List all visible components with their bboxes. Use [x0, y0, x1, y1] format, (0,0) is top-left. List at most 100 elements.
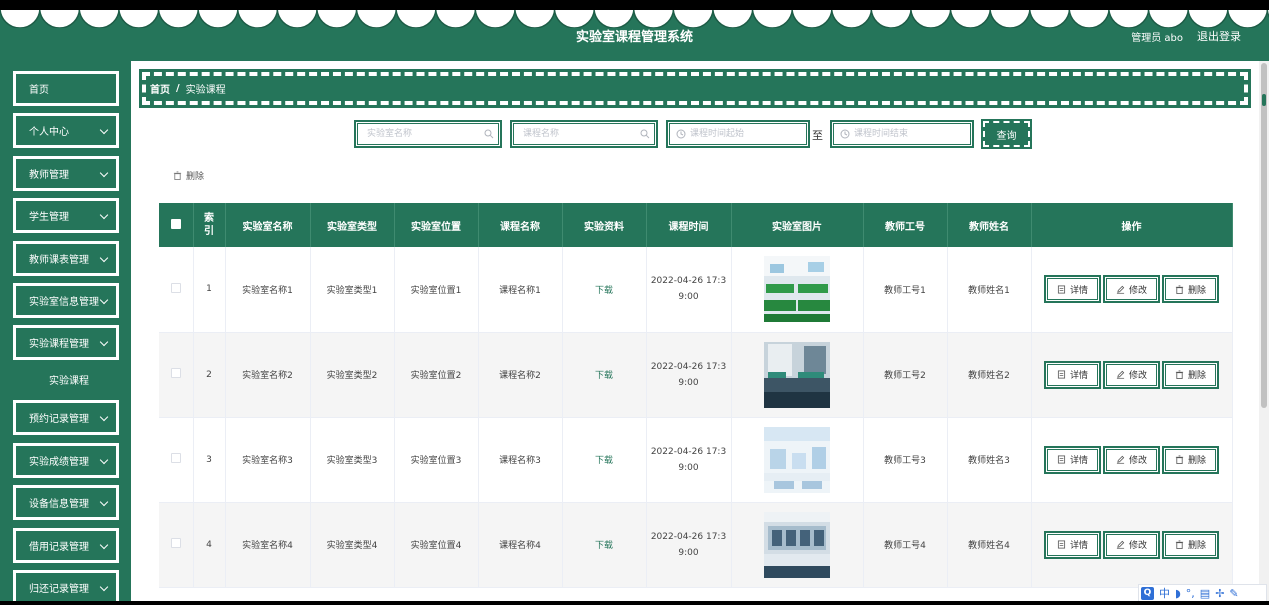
chevron-down-icon — [99, 168, 109, 178]
edit-button[interactable]: 修改 — [1103, 445, 1160, 474]
batch-delete-button[interactable]: 删除 — [173, 169, 204, 182]
col-header-lab-name: 实验室名称 — [225, 203, 311, 247]
table-row[interactable]: 3 实验室名称3 实验室类型3 实验室位置3 课程名称3 下载 2022-04-26 17:… — [159, 417, 1233, 503]
detail-button[interactable]: 详情 — [1044, 530, 1101, 559]
sidebar-item-equipment[interactable]: 设备信息管理 — [13, 485, 119, 520]
settings-icon[interactable]: ✢ — [1215, 587, 1224, 600]
sidebar-item-reservations[interactable]: 预约记录管理 — [13, 400, 119, 435]
sidebar-item-teachers[interactable]: 教师管理 — [13, 156, 119, 191]
select-all-cell[interactable] — [159, 203, 194, 247]
row-checkbox[interactable] — [170, 538, 181, 548]
time-start-field[interactable] — [666, 120, 810, 148]
cell-index: 4 — [193, 502, 226, 588]
edit-label: 修改 — [1128, 285, 1147, 296]
row-select-cell[interactable] — [159, 502, 194, 588]
table-row[interactable]: 2 实验室名称2 实验室类型2 实验室位置2 课程名称2 下载 2022-04-26 17:… — [159, 332, 1233, 418]
vertical-scrollbar[interactable] — [1259, 61, 1269, 605]
course-time-line2: 9:00 — [678, 377, 699, 388]
trash-icon — [173, 171, 182, 180]
time-end-field[interactable] — [830, 120, 974, 148]
detail-label: 详情 — [1069, 541, 1088, 551]
lab-image[interactable] — [764, 426, 830, 493]
sidebar-item-label: 归还记录管理 — [29, 584, 89, 595]
select-all-checkbox[interactable] — [170, 218, 181, 229]
row-checkbox[interactable] — [170, 453, 181, 463]
col-header-actions: 操作 — [1031, 203, 1233, 247]
moon-icon[interactable]: ◗ — [1175, 587, 1181, 600]
cell-lab-location: 实验室位置4 — [394, 502, 479, 588]
punctuation-icon[interactable]: °, — [1186, 587, 1195, 600]
cell-actions: 详情 修改 删除 — [1031, 332, 1233, 418]
lab-name-input[interactable] — [358, 124, 498, 144]
sidebar-item-label: 实验成绩管理 — [29, 457, 89, 468]
course-name-search-field[interactable] — [510, 120, 658, 148]
sidebar-item-students[interactable]: 学生管理 — [13, 198, 119, 233]
sidebar-item-lab-info[interactable]: 实验室信息管理 — [13, 283, 119, 318]
sidebar-item-profile[interactable]: 个人中心 — [13, 113, 119, 148]
cell-lab-image — [731, 247, 864, 333]
cell-index: 2 — [193, 332, 226, 418]
download-link[interactable]: 下载 — [595, 286, 613, 296]
cell-lab-type: 实验室类型4 — [310, 502, 395, 588]
detail-label: 详情 — [1069, 285, 1088, 296]
table-row[interactable]: 4 实验室名称4 实验室类型4 实验室位置4 课程名称4 下载 2022-04-26 17:… — [159, 502, 1233, 588]
sidebar-item-teacher-schedule[interactable]: 教师课表管理 — [13, 241, 119, 276]
course-table: 索引 实验室名称 实验室类型 实验室位置 课程名称 实验资料 课程时间 实验室图… — [159, 203, 1233, 588]
cell-lab-location: 实验室位置2 — [394, 332, 479, 418]
sidebar-item-lab-courses[interactable]: 实验课程管理 — [13, 325, 119, 360]
delete-button[interactable]: 删除 — [1162, 445, 1219, 474]
sidebar-subitem-label: 实验课程 — [49, 376, 89, 387]
table-row[interactable]: 1 实验室名称1 实验室类型1 实验室位置1 课程名称1 下载 2022-04-26 17:… — [159, 247, 1233, 333]
delete-button[interactable]: 删除 — [1162, 275, 1219, 304]
edit-button[interactable]: 修改 — [1103, 360, 1160, 389]
breadcrumb-home[interactable]: 首页 — [150, 81, 170, 96]
delete-button[interactable]: 删除 — [1162, 360, 1219, 389]
download-link[interactable]: 下载 — [595, 541, 613, 551]
lab-image[interactable] — [764, 511, 830, 578]
cell-teacher-id: 教师工号2 — [863, 332, 948, 418]
sidebar-item-borrow[interactable]: 借用记录管理 — [13, 528, 119, 563]
cell-course-name: 课程名称4 — [478, 502, 563, 588]
row-checkbox[interactable] — [170, 282, 181, 293]
lab-image[interactable] — [764, 341, 830, 408]
row-select-cell[interactable] — [159, 247, 194, 333]
download-link[interactable]: 下载 — [595, 371, 613, 381]
document-icon — [1057, 540, 1066, 549]
cell-lab-image — [731, 502, 864, 588]
detail-button[interactable]: 详情 — [1044, 445, 1101, 474]
row-select-cell[interactable] — [159, 417, 194, 503]
ime-language[interactable]: 中 — [1159, 585, 1170, 601]
delete-button[interactable]: 删除 — [1162, 530, 1219, 559]
time-start-input[interactable] — [690, 124, 806, 144]
breadcrumb: 首页 / 实验课程 — [139, 69, 1251, 108]
detail-button[interactable]: 详情 — [1044, 360, 1101, 389]
download-link[interactable]: 下载 — [595, 456, 613, 466]
logout-button[interactable]: 退出登录 — [1197, 28, 1241, 44]
edit-button[interactable]: 修改 — [1103, 275, 1160, 304]
cell-lab-location: 实验室位置3 — [394, 417, 479, 503]
query-button[interactable]: 查询 — [981, 119, 1032, 149]
trash-icon — [1175, 285, 1184, 294]
ime-toolbar[interactable]: Q 中 ◗ °, ▤ ✢ ✎ — [1138, 584, 1267, 602]
row-select-cell[interactable] — [159, 332, 194, 418]
detail-button[interactable]: 详情 — [1044, 275, 1101, 304]
lab-image[interactable] — [764, 256, 830, 323]
chevron-down-icon — [99, 582, 109, 592]
keyboard-icon[interactable]: ▤ — [1200, 587, 1210, 600]
time-end-input[interactable] — [854, 124, 970, 144]
wrench-icon[interactable]: ✎ — [1229, 587, 1238, 600]
sidebar-item-home[interactable]: 首页 — [13, 71, 119, 106]
scrollbar-thumb[interactable] — [1261, 63, 1267, 408]
row-checkbox[interactable] — [170, 368, 181, 378]
sidebar-item-return[interactable]: 归还记录管理 — [13, 570, 119, 605]
delete-label: 删除 — [1187, 285, 1206, 296]
sidebar-subitem-lab-course[interactable]: 实验课程 — [18, 366, 120, 393]
course-name-input[interactable] — [514, 124, 654, 144]
lab-name-search-field[interactable] — [354, 120, 502, 148]
edit-label: 修改 — [1128, 371, 1147, 381]
course-time-line1: 2022-04-26 17:3 — [650, 276, 727, 287]
sidebar-item-grades[interactable]: 实验成绩管理 — [13, 443, 119, 478]
course-time-line1: 2022-04-26 17:3 — [650, 446, 727, 457]
edit-button[interactable]: 修改 — [1103, 530, 1160, 559]
document-icon — [1057, 370, 1066, 379]
